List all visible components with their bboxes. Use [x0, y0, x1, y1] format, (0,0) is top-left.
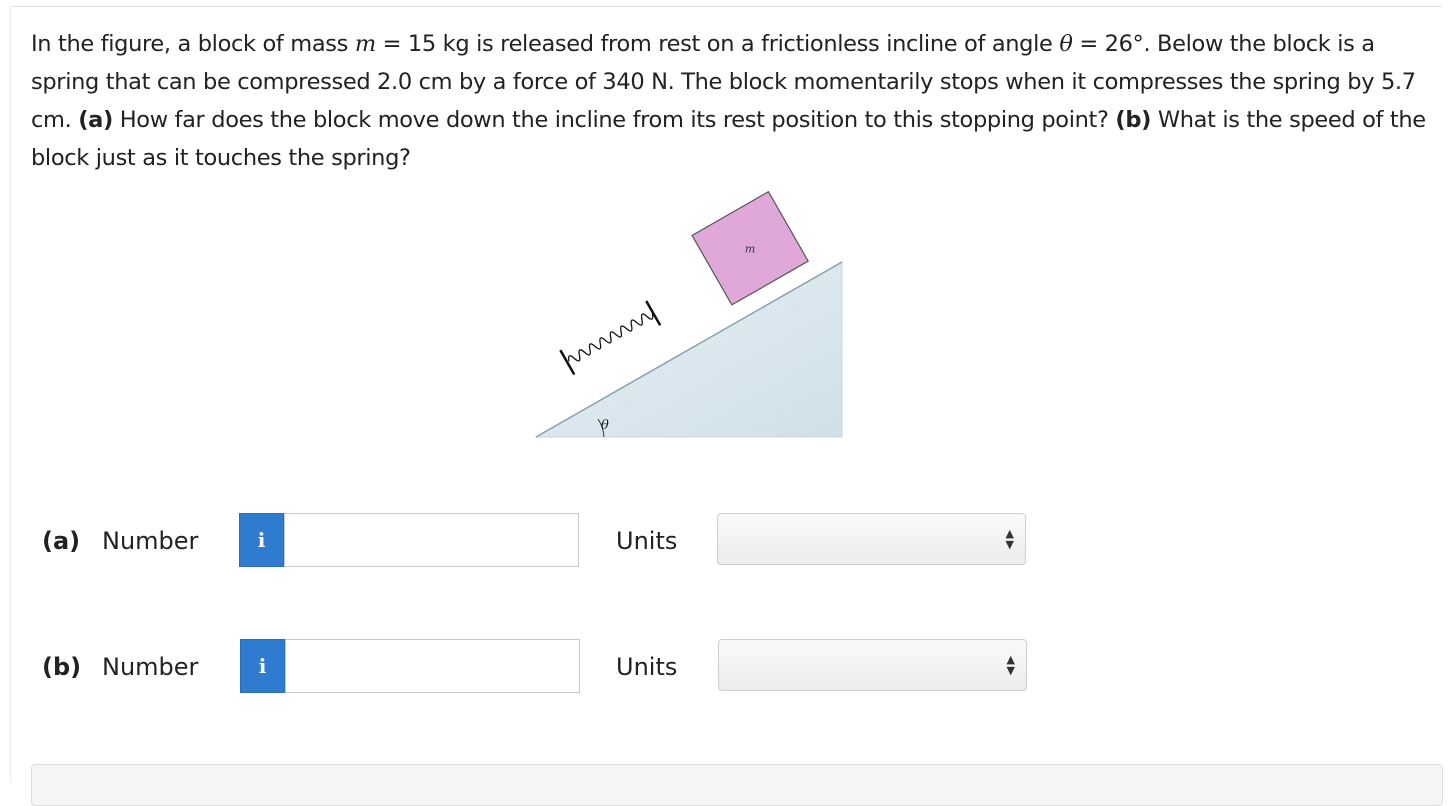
units-select-b[interactable]: ▲ ▼	[718, 639, 1027, 691]
spring-wall	[559, 349, 576, 376]
info-icon[interactable]: i	[239, 513, 284, 567]
number-label-b: Number	[102, 653, 199, 681]
spring-end-plate	[645, 300, 662, 326]
units-select-a[interactable]: ▲ ▼	[717, 513, 1026, 565]
units-label-a: Units	[616, 527, 678, 555]
spring-coil	[568, 313, 654, 362]
answer-row-b: (b) Number i Units ▲ ▼	[0, 639, 1100, 695]
incline-figure: m θ	[534, 190, 843, 438]
number-input-b[interactable]	[285, 639, 580, 693]
number-input-a[interactable]	[284, 513, 579, 567]
select-arrows-icon: ▲ ▼	[1005, 527, 1014, 551]
spring-assembly	[559, 300, 662, 376]
info-icon-glyph: i	[258, 654, 267, 678]
question-text: In the figure, a block of mass m = 15 kg…	[31, 31, 1426, 171]
part-label-b: (b)	[42, 653, 82, 681]
select-arrows-icon: ▲ ▼	[1006, 653, 1015, 677]
angle-label: θ	[601, 418, 609, 433]
units-label-b: Units	[616, 653, 678, 681]
answer-row-a: (a) Number i Units ▲ ▼	[0, 513, 1100, 569]
feedback-panel	[31, 764, 1443, 806]
info-icon-glyph: i	[257, 528, 266, 552]
block-label: m	[745, 242, 755, 255]
info-icon[interactable]: i	[240, 639, 285, 693]
part-label-a: (a)	[42, 527, 81, 555]
number-label-a: Number	[102, 527, 199, 555]
block-group: m	[691, 190, 810, 306]
top-divider	[10, 6, 1442, 7]
